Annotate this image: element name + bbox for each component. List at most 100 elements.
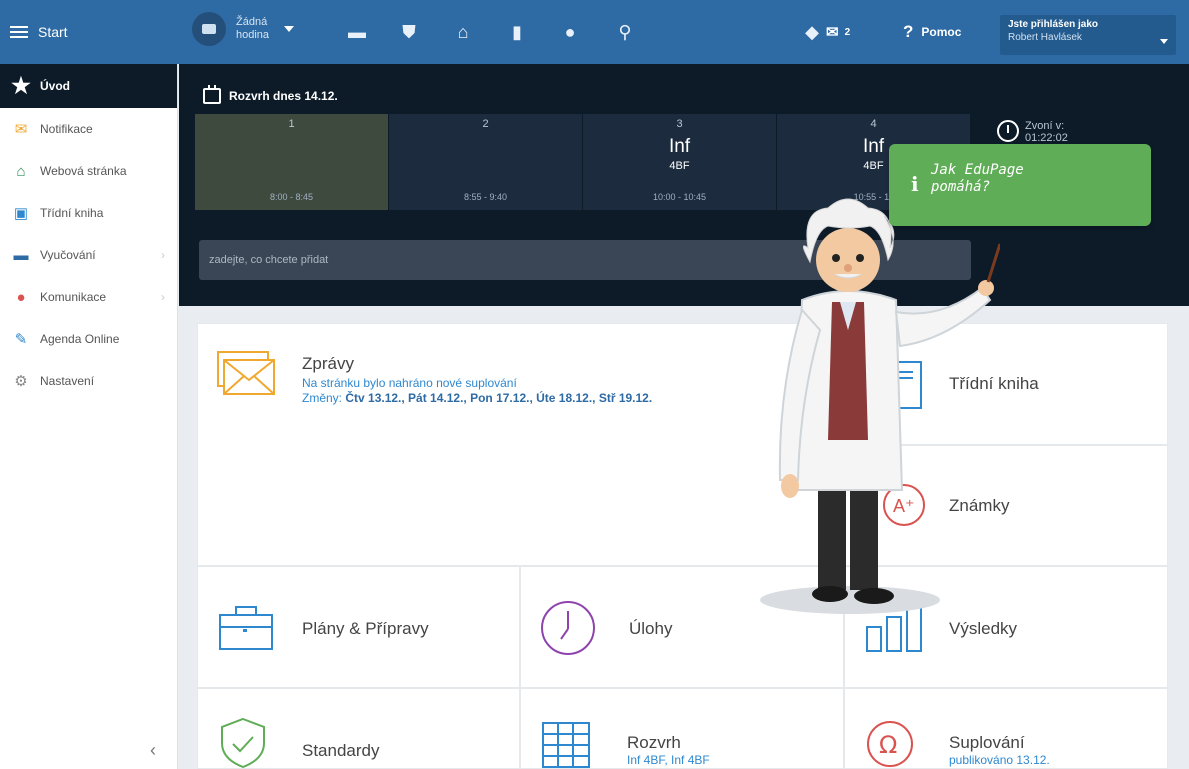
help-button[interactable]: ? Pomoc xyxy=(903,0,961,64)
user-name: Robert Havlásek xyxy=(1008,32,1082,43)
slot-subject: Inf xyxy=(668,136,691,157)
tile-title: Standardy xyxy=(302,741,380,760)
tile-title: Výsledky xyxy=(949,619,1018,638)
sidebar-item-uvod[interactable]: ★ Úvod xyxy=(0,64,177,108)
bar-chart-icon[interactable]: ▮ xyxy=(505,20,529,44)
shield-icon[interactable]: ⛊ xyxy=(397,20,421,44)
slot-number: 2 xyxy=(482,118,489,130)
gear-icon: ⚙ xyxy=(14,373,28,390)
bubble-line: pomáhá? xyxy=(931,179,991,195)
bell-time: 01:22:02 xyxy=(1025,132,1068,144)
user-caption: Jste přihlášen jako xyxy=(1008,19,1099,30)
sidebar-item-agenda-online[interactable]: ✎ Agenda Online xyxy=(0,318,177,360)
chevron-right-icon: › xyxy=(161,248,165,262)
schedule-slot[interactable]: 3 Inf 4BF 10:00 - 10:45 xyxy=(583,114,776,210)
start-label: Start xyxy=(38,24,68,40)
chevron-down-icon xyxy=(284,26,294,32)
top-bar: Start Žádná hodina ▬ ⛊ ⌂ ▮ ● ⚲ ◆ ✉ 2 ? P… xyxy=(0,0,1189,64)
sidebar-item-komunikace[interactable]: ● Komunikace › xyxy=(0,276,177,318)
tile-title: Úlohy xyxy=(629,619,673,638)
clock-icon xyxy=(541,601,595,655)
slot-time: 8:55 - 9:40 xyxy=(463,192,508,202)
collapse-sidebar-button[interactable]: ‹ xyxy=(150,740,156,761)
mascot-illustration xyxy=(760,198,1000,614)
calendar-icon xyxy=(203,85,221,104)
changes-dates[interactable]: Čtv 13.12., Pát 14.12., Pon 17.12., Úte … xyxy=(345,391,652,405)
sidebar-item-nastaveni[interactable]: ⚙ Nastavení xyxy=(0,360,177,402)
tile-title: Zprávy xyxy=(302,354,354,373)
svg-text:Ω: Ω xyxy=(879,731,897,759)
mail-count: 2 xyxy=(844,26,851,38)
start-menu-button[interactable]: Start xyxy=(10,0,68,64)
help-icon: ? xyxy=(903,22,914,41)
sidebar-item-tridni-kniha[interactable]: ▣ Třídní kniha xyxy=(0,192,177,234)
tile-rozvrh[interactable]: Rozvrh Inf 4BF, Inf 4BF xyxy=(520,688,844,769)
dashboard-tiles: Zprávy Na stránku bylo nahráno nové supl… xyxy=(197,323,1168,769)
sidebar-item-webova-stranka[interactable]: ⌂ Webová stránka xyxy=(0,150,177,192)
slot-number: 4 xyxy=(870,118,877,130)
lesson-label: Žádná hodina xyxy=(236,16,270,41)
sidebar-item-label: Notifikace xyxy=(40,122,93,136)
tile-subtitle: publikováno 13.12. xyxy=(949,753,1050,767)
lesson-selector[interactable]: Žádná hodina xyxy=(192,12,294,46)
envelope-icon xyxy=(217,351,275,395)
walk-icon[interactable]: ⚲ xyxy=(613,20,637,44)
sidebar-item-vyucovani[interactable]: ▬ Vyučování › xyxy=(0,234,177,276)
help-bubble[interactable]: i Jak EduPage pomáhá? xyxy=(889,144,1151,226)
tile-title: Plány & Přípravy xyxy=(302,619,429,638)
sidebar-item-label: Nastavení xyxy=(40,374,95,388)
sidebar-item-label: Třídní kniha xyxy=(40,206,104,220)
chevron-down-icon xyxy=(1160,39,1168,44)
slot-time: 8:00 - 8:45 xyxy=(269,192,314,202)
sidebar-item-label: Agenda Online xyxy=(40,332,120,346)
bubble-line: Jak EduPage xyxy=(931,162,1024,178)
tile-zpravy[interactable]: Zprávy Na stránku bylo nahráno nové supl… xyxy=(197,323,844,566)
sports-icon[interactable]: ● xyxy=(558,20,582,44)
sidebar-item-label: Úvod xyxy=(40,79,70,93)
sidebar: ★ Úvod ✉ Notifikace ⌂ Webová stránka ▣ T… xyxy=(0,64,178,769)
bank-icon[interactable]: ⌂ xyxy=(451,20,475,44)
clock-icon xyxy=(997,120,1019,142)
schedule-title[interactable]: Rozvrh dnes 14.12. xyxy=(203,85,338,104)
changes-label: Změny: xyxy=(302,391,346,405)
tile-subtitle: Inf 4BF, Inf 4BF xyxy=(627,753,710,767)
sidebar-item-label: Vyučování xyxy=(40,248,96,262)
chevron-right-icon: › xyxy=(161,290,165,304)
briefcase-icon[interactable]: ▬ xyxy=(345,20,369,44)
omega-icon: Ω xyxy=(867,721,913,767)
schedule-slot[interactable]: 1 8:00 - 8:45 xyxy=(195,114,388,210)
bell-label: Zvoní v: xyxy=(1025,120,1065,132)
slot-room: 4BF xyxy=(669,160,690,172)
message-line: Na stránku bylo nahráno nové suplování xyxy=(302,376,517,390)
briefcase-icon xyxy=(219,606,273,650)
help-label: Pomoc xyxy=(921,25,962,39)
schedule-title-text: Rozvrh dnes 14.12. xyxy=(229,89,338,103)
tile-standardy[interactable]: Standardy xyxy=(197,688,520,769)
bell-countdown: Zvoní v: 01:22:02 xyxy=(997,120,1068,144)
home-icon: ⌂ xyxy=(16,162,26,180)
tile-title: Rozvrh xyxy=(627,733,681,752)
chat-icon[interactable]: ◆ xyxy=(800,20,824,44)
tile-plany[interactable]: Plány & Přípravy xyxy=(197,566,520,688)
schedule-slot[interactable]: 2 8:55 - 9:40 xyxy=(389,114,582,210)
menu-icon xyxy=(10,23,28,41)
tile-title: Suplování xyxy=(949,733,1025,752)
envelope-icon: ✉ xyxy=(14,121,28,138)
info-icon: i xyxy=(911,172,919,196)
sidebar-item-notifikace[interactable]: ✉ Notifikace xyxy=(0,108,177,150)
sidebar-item-label: Webová stránka xyxy=(40,164,127,178)
sidebar-item-label: Komunikace xyxy=(40,290,107,304)
star-icon: ★ xyxy=(11,73,31,98)
shield-check-icon xyxy=(221,717,265,769)
slot-number: 3 xyxy=(676,118,683,130)
people-icon: ● xyxy=(16,288,26,306)
envelope-icon: ✉ xyxy=(826,24,839,41)
user-menu[interactable]: Jste přihlášen jako Robert Havlásek xyxy=(1000,15,1176,55)
pen-icon: ✎ xyxy=(14,331,28,348)
lesson-icon xyxy=(192,12,226,46)
mail-button[interactable]: ✉ 2 xyxy=(826,0,850,64)
tile-suplovani[interactable]: Ω Suplování publikováno 13.12. xyxy=(844,688,1168,769)
briefcase-icon: ▬ xyxy=(13,246,29,264)
timetable-icon xyxy=(542,722,590,768)
book-icon: ▣ xyxy=(13,205,29,222)
